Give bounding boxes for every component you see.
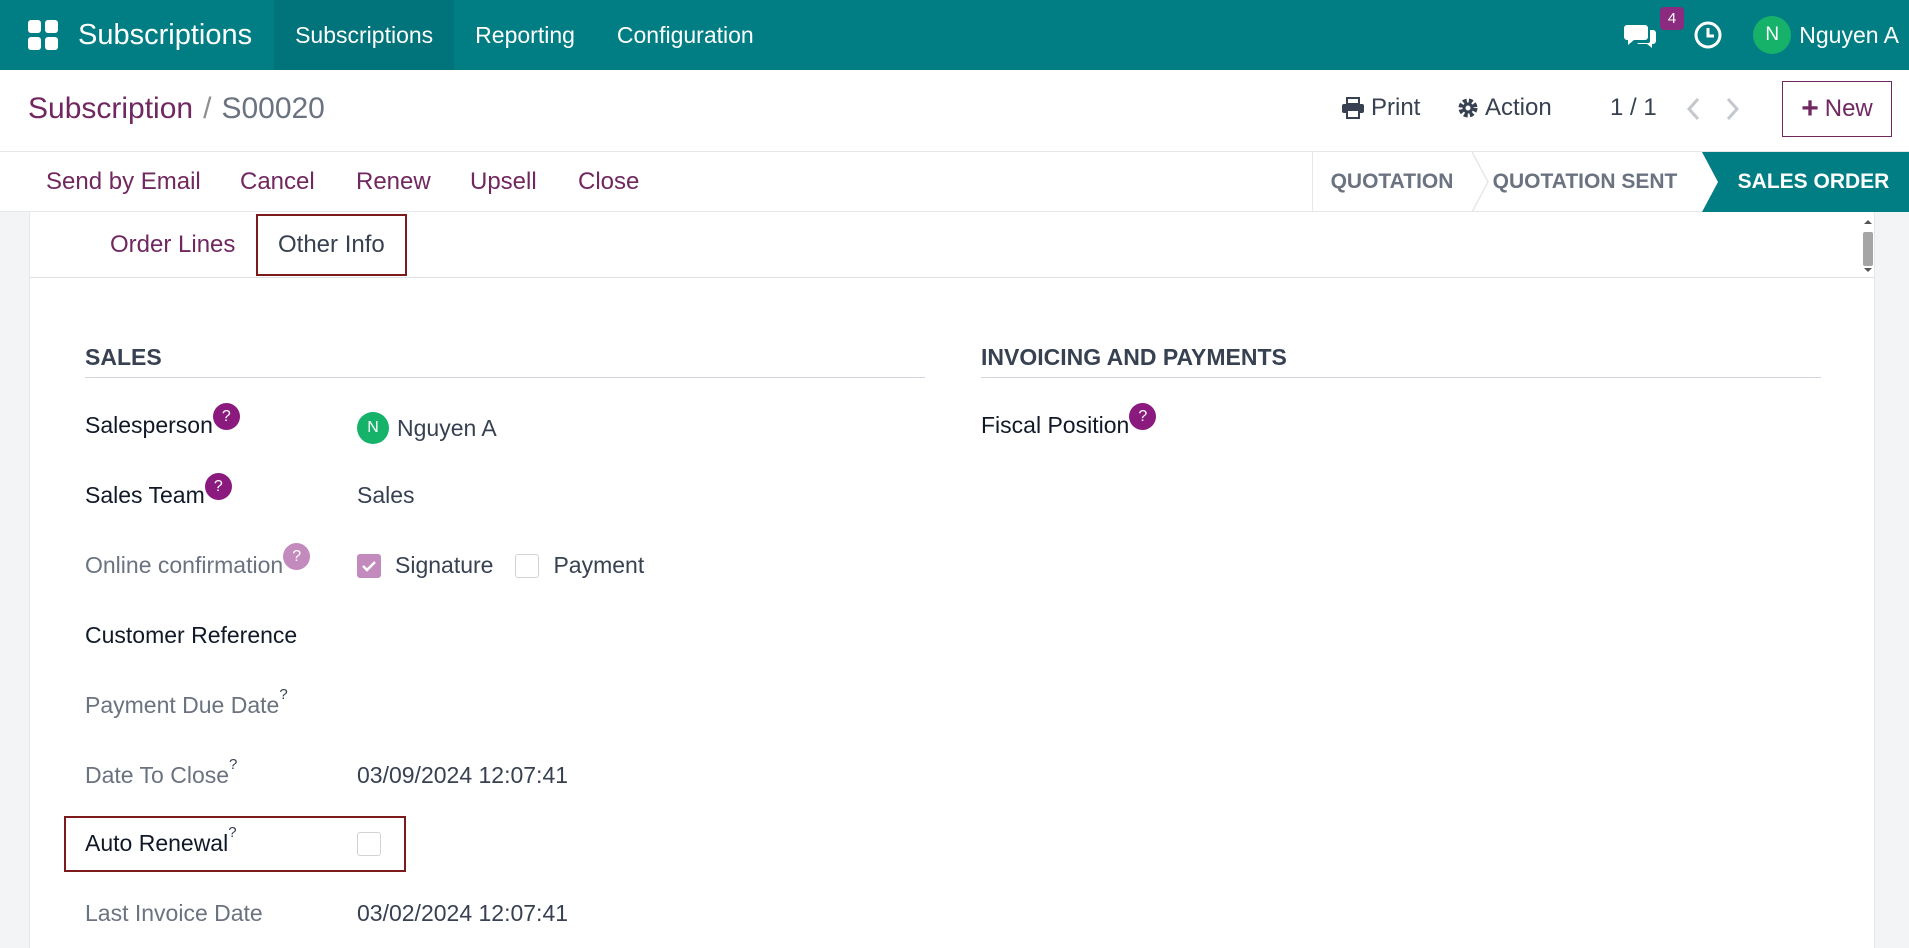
payment-label: Payment [553,552,645,578]
cancel-button[interactable]: Cancel [240,168,315,196]
online-confirmation-field: Signature Payment [357,552,644,579]
scrollbar-thumb[interactable] [1863,232,1873,266]
last-invoice-date-field[interactable]: 03/02/2024 12:07:41 [357,900,568,927]
notebook-tabs: Order Lines Other Info [30,212,1874,278]
sales-section-title: SALES [85,344,162,370]
online-confirmation-label: Online confirmation? [85,543,311,579]
menu-reporting[interactable]: Reporting [454,0,596,70]
fiscal-position-input[interactable] [1250,408,1820,444]
action-label: Action [1485,94,1552,121]
invoicing-section-title: INVOICING AND PAYMENTS [981,344,1287,370]
plus-icon: + [1801,92,1819,125]
auto-renewal-checkbox[interactable] [357,832,381,856]
payment-checkbox[interactable] [515,553,540,578]
auto-renewal-field [357,832,395,856]
stage-quotation[interactable]: QUOTATION [1312,152,1472,212]
form-sheet: Order Lines Other Info SALES Salesperson… [29,212,1875,948]
close-button[interactable]: Close [578,168,639,196]
chat-icon [1624,25,1657,48]
user-avatar[interactable]: N [1753,16,1792,54]
fiscal-position-label: Fiscal Position? [981,403,1157,439]
date-to-close-field[interactable]: 03/09/2024 12:07:41 [357,762,568,789]
salesperson-field[interactable]: N Nguyen A [357,412,497,444]
menu-subscriptions[interactable]: Subscriptions [274,0,455,70]
stage-divider [1472,152,1489,212]
chevron-left-icon[interactable] [1684,96,1704,122]
chevron-right-icon[interactable] [1722,96,1742,122]
sales-section-divider [85,377,925,378]
clock-icon [1694,21,1722,49]
renew-button[interactable]: Renew [356,168,431,196]
breadcrumb-current: S00020 [221,92,325,125]
payment-due-date-label: Payment Due Date? [85,686,288,718]
stage-pipeline: QUOTATION QUOTATION SENT SALES ORDER [1312,152,1909,212]
top-navbar: Subscriptions Subscriptions Reporting Co… [0,0,1909,70]
date-to-close-label: Date To Close? [85,756,238,788]
customer-reference-input[interactable] [357,616,907,652]
status-bar: Send by Email Cancel Renew Upsell Close … [0,152,1909,212]
app-brand[interactable]: Subscriptions [78,19,252,52]
help-icon[interactable]: ? [228,824,236,841]
apps-grid-icon[interactable] [28,20,58,50]
help-icon[interactable]: ? [212,403,240,430]
invoicing-section-divider [981,377,1821,378]
new-label: New [1824,95,1873,122]
help-icon[interactable]: ? [279,686,287,703]
action-button[interactable]: Action [1457,94,1552,122]
tab-other-info[interactable]: Other Info [256,214,407,276]
payment-due-date-input[interactable] [357,686,907,722]
chat-count-badge: 4 [1659,7,1685,30]
salesperson-label: Salesperson? [85,403,240,439]
upsell-button[interactable]: Upsell [470,168,537,196]
help-icon[interactable]: ? [204,473,232,500]
print-icon [1342,97,1364,119]
breadcrumb-separator: / [203,92,212,125]
control-panel: Subscription / S00020 Print Action 1 / 1 +… [0,70,1909,152]
stage-sales-order[interactable]: SALES ORDER [1718,152,1909,212]
sales-team-label: Sales Team? [85,473,232,509]
print-button[interactable]: Print [1341,94,1420,122]
user-menu[interactable]: Nguyen A [1799,22,1899,49]
signature-label: Signature [395,552,494,578]
menu-configuration[interactable]: Configuration [596,0,775,70]
gear-icon [1458,98,1478,118]
stage-quotation-sent[interactable]: QUOTATION SENT [1490,152,1680,212]
signature-checkbox[interactable] [357,553,381,578]
help-icon[interactable]: ? [229,756,237,773]
customer-reference-label: Customer Reference [85,622,298,648]
sales-team-field[interactable]: Sales [357,482,415,509]
auto-renewal-label: Auto Renewal? [85,824,237,856]
new-button[interactable]: + New [1782,81,1892,137]
activity-button[interactable] [1693,20,1723,50]
breadcrumb-parent[interactable]: Subscription [28,92,193,125]
send-by-email-button[interactable]: Send by Email [46,168,201,196]
last-invoice-date-label: Last Invoice Date [85,900,263,926]
check-icon [362,560,376,572]
pager-value[interactable]: 1 / 1 [1610,94,1657,122]
tab-order-lines[interactable]: Order Lines [90,212,255,278]
help-icon[interactable]: ? [283,543,311,570]
chat-button[interactable]: 4 [1623,7,1685,53]
help-icon[interactable]: ? [1129,403,1157,430]
print-label: Print [1371,94,1421,121]
salesperson-avatar: N [357,412,389,444]
breadcrumb: Subscription / S00020 [28,92,325,126]
